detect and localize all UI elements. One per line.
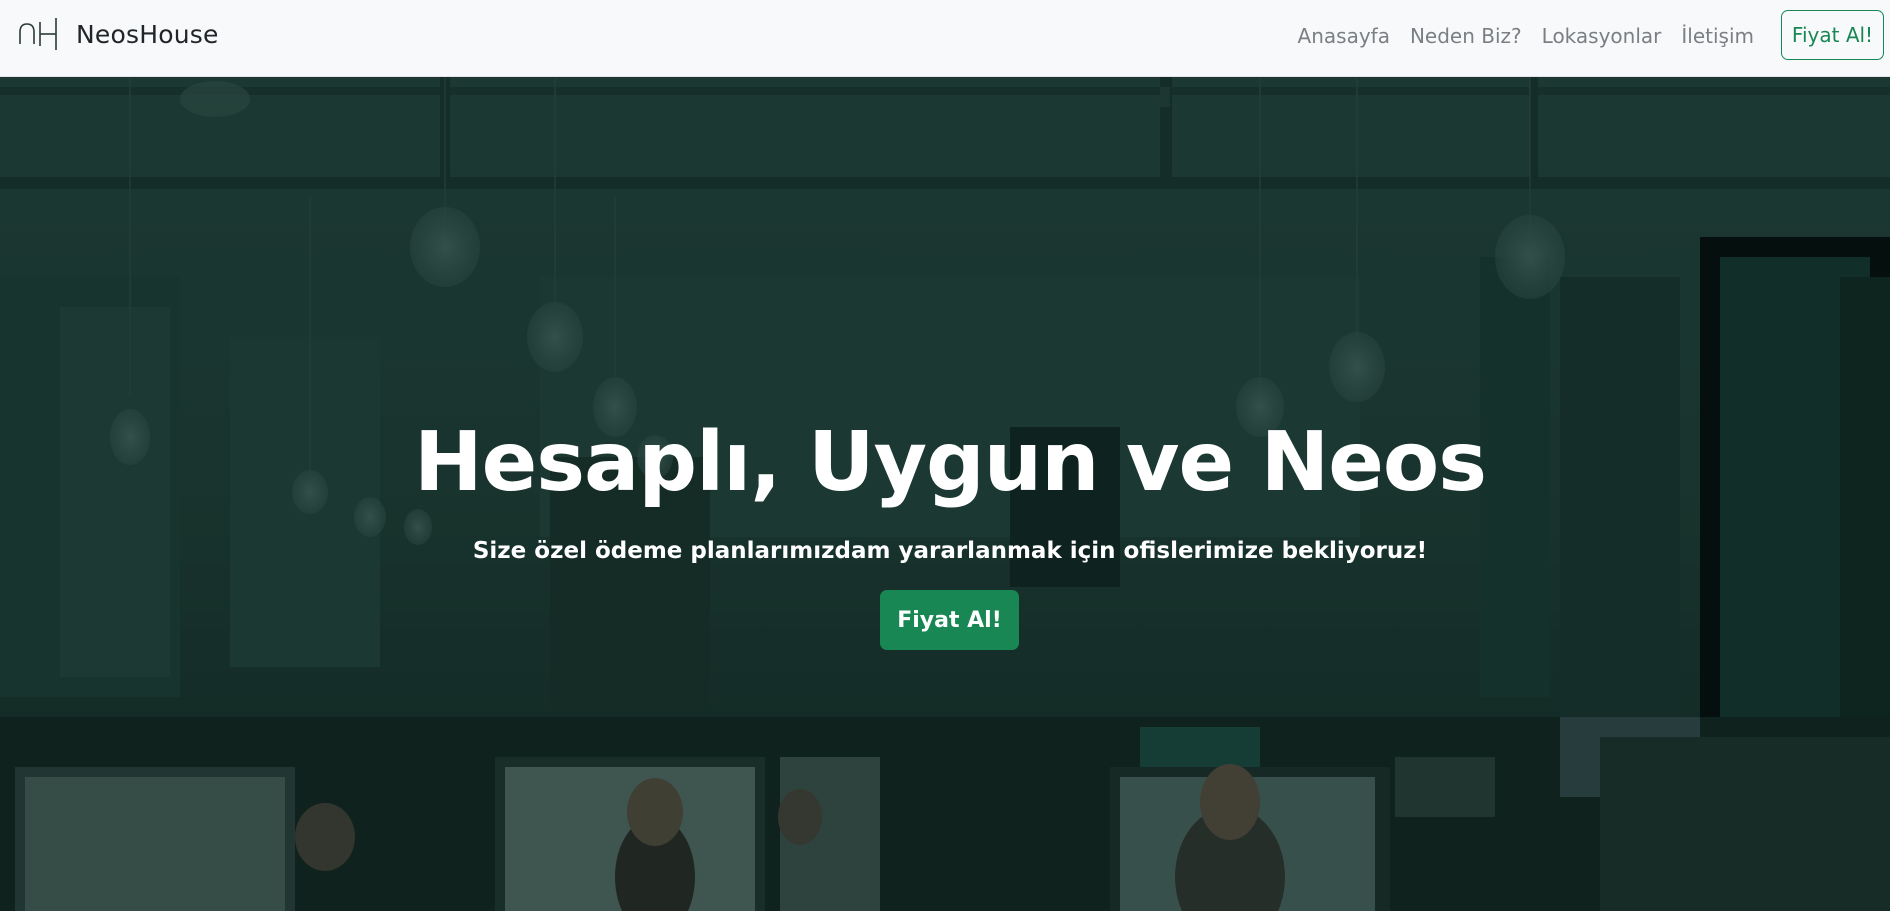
navbar: NeosHouse Anasayfa Neden Biz? Lokasyonla… — [0, 0, 1890, 77]
nav-link-lokasyonlar[interactable]: Lokasyonlar — [1542, 24, 1662, 48]
brand-name: NeosHouse — [76, 19, 219, 49]
get-quote-nav-button[interactable]: Fiyat Al! — [1781, 10, 1884, 60]
nav-link-neden-biz[interactable]: Neden Biz? — [1410, 24, 1522, 48]
get-quote-hero-button[interactable]: Fiyat Al! — [880, 590, 1019, 650]
hero-title: Hesaplı, Uygun ve Neos — [413, 415, 1487, 510]
nav-link-iletisim[interactable]: İletişim — [1681, 24, 1754, 48]
nav-link-anasayfa[interactable]: Anasayfa — [1298, 24, 1390, 48]
neoshouse-logo-icon — [19, 18, 57, 50]
hero-section: Hesaplı, Uygun ve Neos Size özel ödeme p… — [0, 77, 1890, 911]
brand-link[interactable]: NeosHouse — [18, 14, 219, 54]
hero-subtitle: Size özel ödeme planlarımızdam yararlanm… — [472, 538, 1428, 564]
hero-content: Hesaplı, Uygun ve Neos Size özel ödeme p… — [0, 77, 1890, 911]
nav-links: Anasayfa Neden Biz? Lokasyonlar İletişim — [1278, 0, 1754, 72]
